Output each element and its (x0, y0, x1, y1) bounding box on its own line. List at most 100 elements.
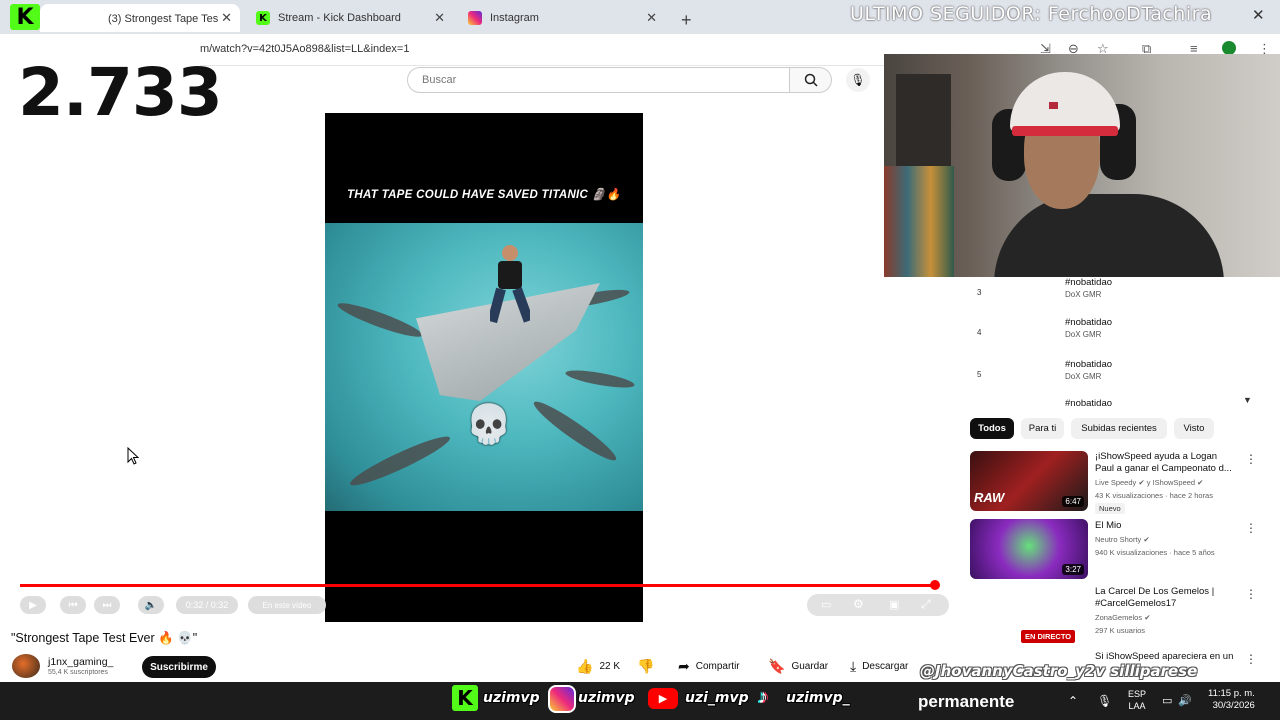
more-options-icon[interactable]: ⋮ (1245, 587, 1257, 601)
recommendation-thumbnail[interactable]: RAW 6:47 (970, 451, 1088, 511)
shark (564, 367, 636, 391)
more-options-icon[interactable]: ⋮ (1245, 452, 1257, 466)
progress-bar[interactable] (20, 584, 936, 587)
subscribe-button[interactable]: Suscribirme (142, 656, 216, 678)
last-follower-overlay: ULTIMO SEGUIDOR: FerchooDTachira (850, 3, 1213, 25)
taskbar (0, 682, 1280, 720)
new-tab-button[interactable]: + (673, 6, 700, 34)
tray-chevron-icon[interactable]: ⌃ (1068, 694, 1078, 708)
playlist-channel: DoX GMR (1065, 290, 1102, 299)
chip-subidas-recientes[interactable]: Subidas recientes (1071, 418, 1167, 439)
miniplayer-icon[interactable]: ▣ (889, 598, 899, 611)
tab-label: Stream - Kick Dashboard (278, 12, 401, 24)
chip-para-ti[interactable]: Para ti (1021, 418, 1064, 439)
counter-value: 2.733 (18, 54, 223, 131)
wifi-icon: ▭ (1162, 695, 1179, 707)
like-count: 22 K (599, 661, 621, 672)
previous-icon: ⏮ (68, 599, 78, 611)
chip-todos[interactable]: Todos (970, 418, 1014, 439)
save-label: Guardar (791, 661, 829, 672)
chapter-button[interactable]: En este vídeo (248, 596, 326, 614)
webcam-overlay (884, 54, 1280, 277)
url-field[interactable]: m/watch?v=42t0J5Ao898&list=LL&index=1 (200, 43, 409, 55)
cap-logo (1049, 102, 1058, 109)
kick-icon[interactable]: K (452, 685, 478, 711)
subscriber-count: 55,4 K suscriptores (48, 669, 108, 676)
language-code: ESP (1128, 689, 1147, 699)
close-tab-icon[interactable]: ✕ (646, 10, 657, 26)
profile-avatar-icon[interactable] (1222, 41, 1236, 55)
recommendation-title[interactable]: El Mio (1095, 520, 1237, 532)
subtitles-icon[interactable]: ▭ (821, 598, 831, 611)
more-options-icon[interactable]: ⋮ (1245, 652, 1257, 666)
search-button[interactable] (790, 67, 832, 93)
tab-instagram[interactable]: Instagram ✕ (460, 4, 665, 32)
instagram-icon (468, 11, 482, 25)
more-options-icon[interactable]: ⋮ (1245, 521, 1257, 535)
player-right-controls: ▭ ⚙ ▣ ⤢ (807, 594, 949, 616)
playlist-title: #nobatidao (1065, 398, 1113, 409)
recommendation-channel[interactable]: Neutro Shorty ✔ (1095, 535, 1150, 544)
recommendation-channel[interactable]: Live Speedy ✔ y IShowSpeed ✔ (1095, 478, 1203, 487)
instagram-handle: uzimvp (578, 690, 635, 706)
download-label: Descargar (862, 661, 909, 672)
save-button[interactable]: 🔖 Guardar (768, 658, 828, 675)
voice-search-button[interactable]: 🎙 (846, 68, 870, 92)
video-caption-text: THAT TAPE COULD HAVE SAVED TITANIC 🗿🔥 (347, 189, 621, 201)
close-tab-icon[interactable]: ✕ (434, 10, 445, 26)
tab-kick-dashboard[interactable]: K Stream - Kick Dashboard ✕ (248, 4, 453, 32)
close-tab-icon[interactable]: ✕ (221, 10, 232, 26)
play-button[interactable]: ▶ (20, 596, 46, 614)
video-player[interactable]: THAT TAPE COULD HAVE SAVED TITANIC 🗿🔥 💀 (325, 113, 643, 622)
tiktok-handle: uzimvp_ (786, 690, 850, 706)
share-label: Compartir (695, 661, 740, 672)
overlay-label: permanente (918, 692, 1015, 711)
tab-youtube[interactable]: (3) Strongest Tape Test Ever 🔥 ✕ (40, 4, 240, 32)
kick-handle: uzimvp (483, 690, 540, 706)
playlist-panel: 3 #nobatidao DoX GMR 4 #nobatidao DoX GM… (969, 277, 1259, 409)
tab-label: Instagram (490, 12, 539, 24)
recommendation-title[interactable]: La Carcel De Los Gemelos | #CarcelGemelo… (1095, 586, 1237, 610)
language-indicator[interactable]: ESP LAA (1128, 688, 1146, 712)
channel-avatar[interactable] (12, 654, 40, 678)
chip-visto[interactable]: Visto (1174, 418, 1214, 439)
dislike-button[interactable]: 👎 (637, 658, 654, 675)
clock-time: 11:15 p. m. (1208, 688, 1255, 699)
recommendation-thumbnail[interactable]: 3:27 (970, 519, 1088, 579)
network-icon[interactable]: 🎙 (1097, 694, 1112, 708)
next-button[interactable]: ⏭ (94, 596, 120, 614)
tiktok-icon[interactable]: ♪ (758, 686, 782, 712)
recommendation-channel[interactable]: ZonaGemelos ✔ (1095, 613, 1150, 622)
fullscreen-icon[interactable]: ⤢ (921, 597, 931, 612)
clock-date: 30/3/2026 (1212, 700, 1255, 711)
window-close-button[interactable]: ✕ (1252, 6, 1265, 24)
volume-button[interactable]: 🔈 (138, 596, 164, 614)
download-button[interactable]: ⤓ Descargar (850, 658, 908, 675)
playlist-item[interactable]: 3 #nobatidao DoX GMR (969, 277, 1249, 317)
bookmark-icon: 🔖 (768, 658, 786, 674)
thumbs-up-icon: 👍 (576, 658, 594, 674)
share-icon: ➦ (678, 658, 690, 674)
clock[interactable]: 11:15 p. m. 30/3/2026 (1208, 688, 1255, 712)
share-button[interactable]: ➦ Compartir (678, 658, 740, 675)
like-button[interactable]: 👍 22 K (576, 658, 620, 675)
person-shirt (994, 194, 1224, 277)
recommendation-title[interactable]: ¡iShowSpeed ayuda a Logan Paul a ganar e… (1095, 451, 1237, 475)
raw-logo: RAW (974, 490, 1005, 505)
next-icon: ⏭ (102, 599, 112, 611)
progress-scrubber[interactable] (930, 580, 940, 590)
tray-icons[interactable]: ▭🔊 (1162, 694, 1198, 707)
settings-gear-icon[interactable]: ⚙ (853, 597, 864, 611)
youtube-icon[interactable]: ▶ (648, 688, 678, 709)
previous-button[interactable]: ⏮ (60, 596, 86, 614)
instagram-icon[interactable] (548, 685, 576, 713)
chevron-down-icon[interactable]: ▼ (1243, 395, 1252, 405)
skull-emoji: 💀 (465, 404, 513, 446)
recommendation-meta: 43 K visualizaciones · hace 2 horas (1095, 491, 1213, 500)
recommendation-meta: 940 K visualizaciones · hace 5 años (1095, 548, 1215, 557)
search-input[interactable]: Buscar (407, 67, 790, 93)
playlist-item[interactable]: 5 #nobatidao DoX GMR (969, 359, 1249, 399)
playlist-item[interactable]: 4 #nobatidao DoX GMR (969, 317, 1249, 357)
shark (529, 395, 621, 467)
channel-name[interactable]: j1nx_gaming_ (48, 656, 113, 668)
